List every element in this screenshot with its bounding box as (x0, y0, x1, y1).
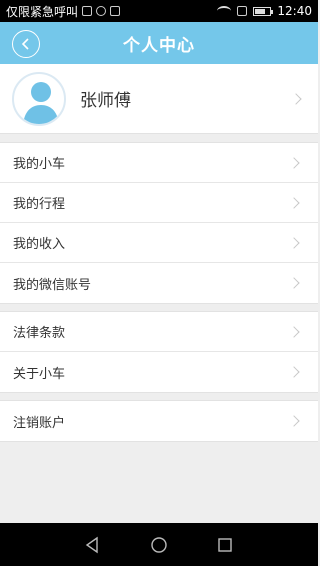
android-icon (110, 6, 121, 16)
menu-item-label: 法律条款 (13, 326, 66, 341)
chevron-right-icon (288, 366, 300, 378)
menu-item-delete-account[interactable]: 注销账户 (0, 401, 318, 441)
menu-item-label: 关于小车 (13, 366, 66, 382)
menu-item-label: 我的行程 (13, 197, 66, 212)
nav-recents-button[interactable] (216, 536, 234, 554)
circle-home-icon (151, 536, 167, 553)
battery-icon (253, 6, 274, 16)
nav-home-button[interactable] (150, 536, 168, 554)
page-title: 个人中心 (123, 35, 195, 56)
menu-item-label: 注销账户 (13, 415, 66, 431)
menu-item-my-wechat[interactable]: 我的微信账号 (0, 263, 318, 303)
chevron-right-icon (288, 326, 300, 338)
menu-item-legal-terms[interactable]: 法律条款 (0, 312, 318, 352)
image-icon (82, 6, 93, 16)
nav-back-button[interactable] (84, 536, 102, 554)
menu-group-account: 我的小车 我的行程 我的收入 我的微信账号 (0, 142, 318, 304)
chevron-right-icon (288, 277, 300, 289)
carrier-text: 仅限紧急呼叫 (6, 4, 79, 19)
menu-item-label: 我的收入 (13, 237, 66, 252)
menu-item-label: 我的微信账号 (13, 277, 92, 293)
status-right: 12:40 (217, 4, 312, 18)
chevron-right-icon (288, 415, 300, 427)
chevron-right-icon (288, 197, 300, 209)
avatar[interactable] (12, 71, 66, 126)
triangle-back-icon (85, 536, 98, 553)
menu-item-my-trips[interactable]: 我的行程 (0, 183, 318, 223)
back-button[interactable] (12, 30, 40, 58)
app-header: 个人中心 (0, 22, 318, 64)
chevron-right-icon (288, 157, 300, 169)
menu-group-info: 法律条款 关于小车 (0, 311, 318, 393)
chevron-left-icon (21, 38, 29, 50)
menu-group-logout: 注销账户 (0, 400, 318, 442)
user-icon (23, 81, 59, 124)
menu-item-my-car[interactable]: 我的小车 (0, 143, 318, 183)
wifi-icon (217, 6, 232, 16)
menu-item-my-income[interactable]: 我的收入 (0, 223, 318, 263)
notification-icon (96, 6, 107, 16)
system-nav-bar (0, 523, 318, 566)
status-bar: 仅限紧急呼叫 12:40 (0, 0, 318, 22)
square-recents-icon (218, 537, 232, 552)
chevron-right-icon (288, 237, 300, 249)
sim-icon (237, 6, 248, 16)
menu-item-label: 我的小车 (13, 157, 66, 172)
clock: 12:40 (277, 4, 312, 18)
profile-name: 张师傅 (80, 91, 131, 111)
menu-item-about[interactable]: 关于小车 (0, 352, 318, 392)
chevron-right-icon (290, 93, 302, 105)
status-left: 仅限紧急呼叫 (6, 3, 217, 20)
profile-card[interactable]: 张师傅 (0, 64, 318, 134)
